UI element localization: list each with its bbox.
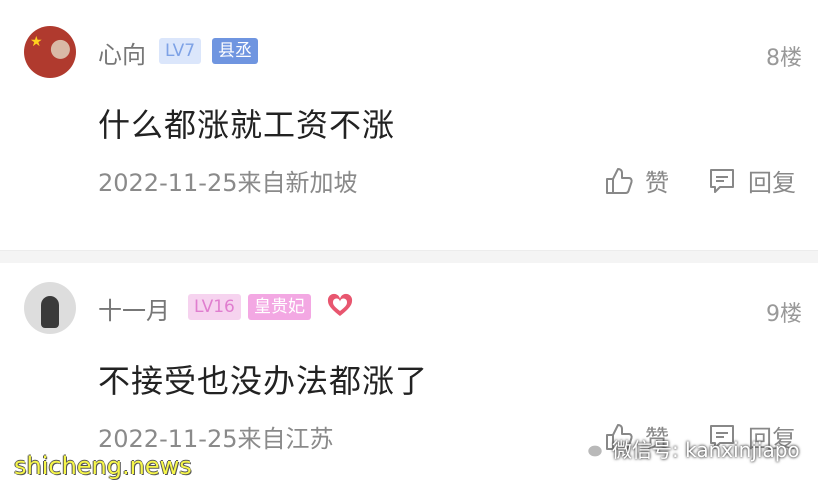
title-badge: 县丞 [212, 38, 258, 64]
watermark-right-text: 微信号: kanxinjiapo [612, 438, 800, 462]
reply-icon [710, 168, 734, 193]
comment-meta: 2022-11-25来自江苏 [98, 425, 334, 453]
level-badge: LV16 [188, 294, 241, 320]
comment-text: 什么都涨就工资不涨 [98, 106, 396, 144]
reply-label: 回复 [748, 169, 796, 197]
comment-meta: 2022-11-25来自新加坡 [98, 169, 358, 197]
comment-text: 不接受也没办法都涨了 [98, 362, 429, 400]
like-label: 赞 [645, 169, 669, 197]
level-badge: LV7 [159, 38, 202, 64]
title-badge: 皇贵妃 [248, 294, 311, 320]
like-button[interactable]: 赞 [603, 163, 669, 198]
star-icon: ★ [30, 34, 43, 50]
watermark-left: shicheng.news [14, 452, 192, 480]
username[interactable]: 心向 [98, 35, 146, 70]
floor-number: 9楼 [766, 302, 802, 327]
avatar-figure [41, 296, 59, 328]
thumbs-up-icon [606, 167, 633, 194]
reply-button[interactable]: 回复 [706, 163, 796, 198]
username[interactable]: 十一月 [98, 291, 170, 326]
floor-number: 8楼 [766, 46, 802, 71]
watermark-right: 微信号: kanxinjiapo [578, 434, 800, 463]
wechat-icon [578, 438, 604, 458]
avatar[interactable] [24, 282, 76, 334]
comment-item-1: ★ 心向 LV7 县丞 8楼 什么都涨就工资不涨 2022-11-25来自新加坡… [0, 0, 818, 250]
avatar[interactable]: ★ [24, 26, 76, 78]
heart-icon [327, 293, 353, 316]
